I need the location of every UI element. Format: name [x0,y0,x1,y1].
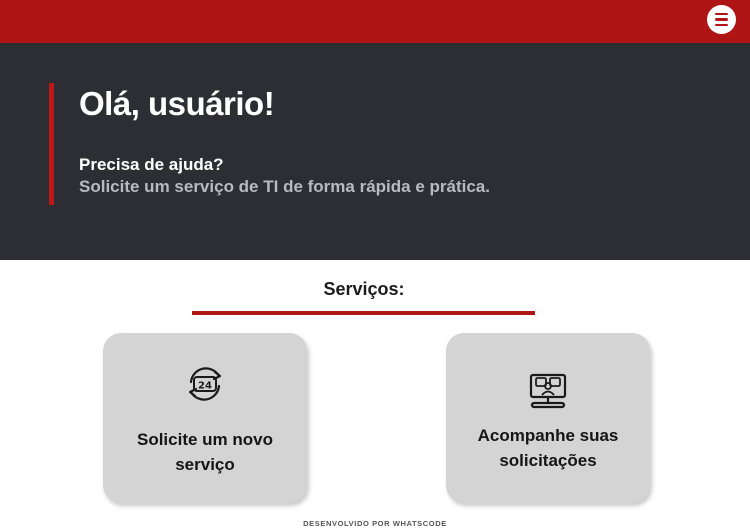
hero-subtitle: Solicite um serviço de TI de forma rápid… [79,177,490,196]
services-title: Serviços: [323,279,405,299]
new-service-label: Solicite um novo serviço [136,430,274,474]
hero-question: Precisa de ajuda? [79,155,224,174]
hero-accent-bar [49,83,54,205]
24-hours-icon: 24 [188,367,222,401]
hero-banner: Olá, usuário! Precisa de ajuda? Solicite… [0,43,750,260]
svg-text:24: 24 [198,381,212,392]
support-monitor-icon [529,373,567,409]
footer-credit: DESENVOLVIDO POR WHATSCODE [303,519,447,528]
hamburger-menu-icon [715,12,728,16]
services-divider [192,311,535,315]
top-bar [0,0,750,43]
track-requests-label: Acompanhe suas solicitações [477,426,619,470]
track-requests-card[interactable]: Acompanhe suas solicitações [446,333,650,503]
hero-title: Olá, usuário! [79,85,275,122]
menu-button[interactable] [707,5,736,34]
new-service-card[interactable]: 24 Solicite um novo serviço [103,333,307,503]
